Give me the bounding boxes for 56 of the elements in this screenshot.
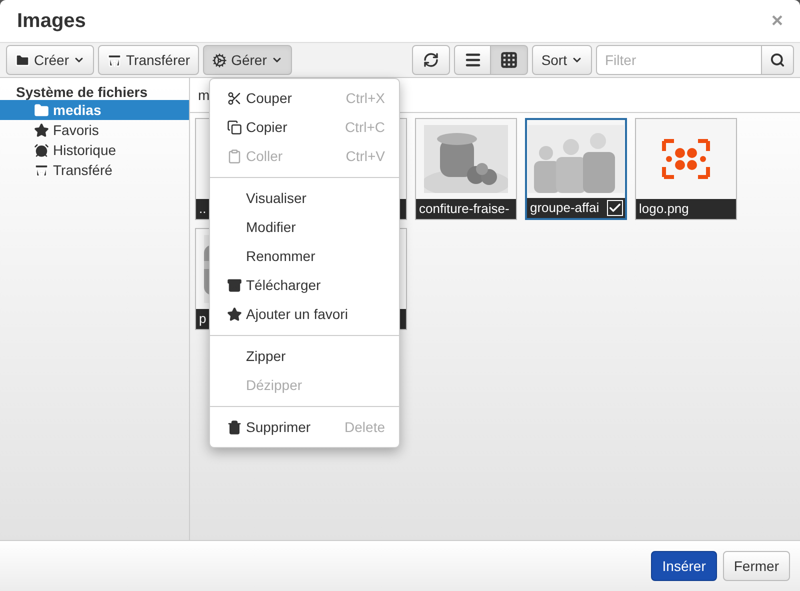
view-toggle[interactable] [491,45,528,75]
menu-item[interactable]: Zipper [210,342,399,371]
shortcut-label: Ctrl+V [346,147,385,166]
menu-item[interactable]: Télécharger [210,271,399,300]
shortcut-label: Delete [344,418,385,437]
view-toggle[interactable] [454,45,492,75]
menu-item[interactable]: Copier Ctrl+C [210,113,399,142]
folder-plus-icon [15,52,30,68]
sort-button[interactable]: Sort [532,45,592,75]
gears-icon [212,52,228,68]
file-tile[interactable]: groupe-affai [525,118,627,220]
scissors-icon [227,91,242,106]
menu-item[interactable]: Ajouter un favori [210,300,399,329]
checkbox-checked-icon[interactable] [607,200,623,216]
window-title: Images [17,9,86,34]
insert-button[interactable]: Insérer [651,551,717,581]
shortcut-label: Ctrl+C [344,118,385,137]
trash-icon [227,420,242,435]
file-name: .. [199,200,206,218]
menu-item[interactable]: Visualiser [210,184,399,213]
search-icon [770,52,785,68]
sidebar-title: Système de fichiers [15,83,149,100]
file-name: confiture-fraise- [419,200,510,218]
menu-item[interactable]: Modifier [210,213,399,242]
toolbar-button[interactable]: Gérer [203,45,292,75]
filter-field[interactable]: Filter [596,45,762,75]
logo-icon [662,139,710,179]
refresh-icon [423,52,440,68]
file-name: logo.png [639,200,689,218]
sidebar-item[interactable]: Favoris [0,120,189,140]
file-tile[interactable]: confiture-fraise- [415,118,517,220]
alarm-clock-icon [34,142,49,158]
toolbar-button[interactable]: Créer [6,45,94,75]
sidebar-item[interactable]: Transféré [0,160,189,180]
copy-icon [227,120,242,135]
breadcrumb[interactable]: m [198,84,210,106]
star-icon [34,122,49,138]
file-name: groupe-affai [530,199,600,218]
refresh-button[interactable] [412,45,450,75]
grid-icon [500,51,518,69]
search-button[interactable] [762,45,794,75]
download-box-icon [227,278,242,293]
menu-item[interactable]: Couper Ctrl+X [210,84,399,113]
shortcut-label: Ctrl+X [346,89,385,108]
close-dialog-button[interactable]: Fermer [722,551,790,581]
sidebar-item[interactable]: medias [0,100,189,120]
file-tile[interactable]: logo.png [635,118,737,220]
file-name: p [199,310,206,328]
sidebar-item[interactable]: Historique [0,140,189,160]
toolbar-button[interactable]: Transférer [98,45,200,75]
menu-item[interactable]: Supprimer Delete [210,413,399,442]
folder-icon [34,102,49,118]
star-icon [227,307,242,322]
list-icon [464,51,482,69]
clipboard-icon [227,149,242,164]
menu-item[interactable]: Renommer [210,242,399,271]
